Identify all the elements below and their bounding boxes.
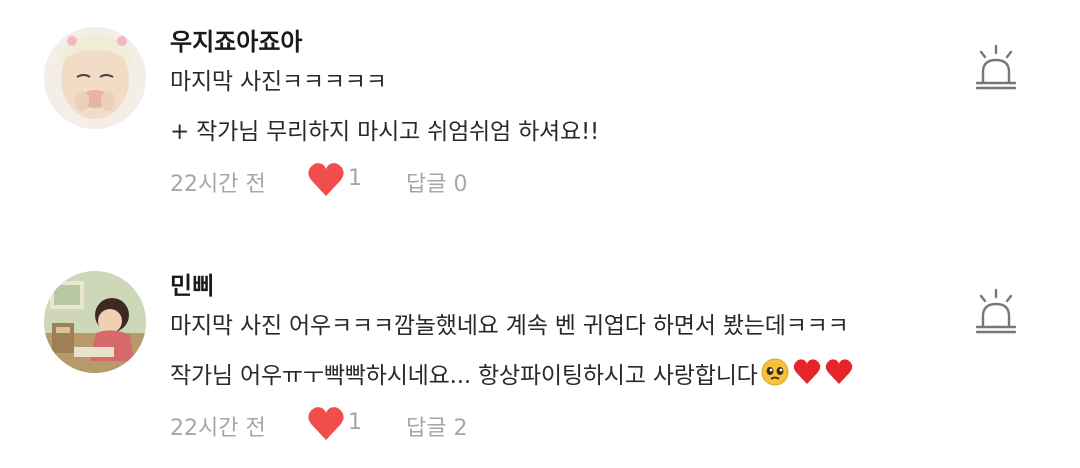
red-heart-icon: [825, 359, 852, 384]
comment-text-line: 마지막 사진ㅋㅋㅋㅋㅋ: [170, 69, 387, 95]
comment-item: 민삐 마지막 사진 어우ㅋㅋㅋ깜놀했네요 계속 벤 귀엽다 하면서 봤는데ㅋㅋㅋ…: [0, 244, 1080, 444]
comment-item: 우지죠아죠아 마지막 사진ㅋㅋㅋㅋㅋ + 작가님 무리하지 마시고 쉬엄쉬엄 하…: [0, 0, 1080, 200]
comment-text: 작가님 어우ㅠㅜ빡빡하시네요... 항상파이팅하시고 사랑합니다: [170, 363, 758, 389]
user-avatar[interactable]: [44, 27, 146, 129]
comment-meta: 22시간 전 1 답글 2: [170, 407, 570, 442]
red-heart-icon: [793, 359, 820, 384]
siren-icon[interactable]: [974, 44, 1018, 92]
comment-text-line: + 작가님 무리하지 마시고 쉬엄쉬엄 하셔요!!: [170, 119, 599, 145]
comment-time: 22시간 전: [170, 416, 266, 441]
user-avatar-photo: [44, 27, 146, 129]
comment-username[interactable]: 민삐: [170, 266, 214, 301]
comment-time: 22시간 전: [170, 172, 266, 197]
comment-text-line-with-emoji: 작가님 어우ㅠㅜ빡빡하시네요... 항상파이팅하시고 사랑합니다: [170, 356, 854, 390]
reply-button[interactable]: 답글 2: [406, 410, 467, 442]
heart-icon[interactable]: [306, 404, 346, 444]
pleading-face-icon: [761, 358, 789, 386]
comment-meta: 22시간 전 1 답글 0: [170, 163, 570, 198]
siren-icon[interactable]: [974, 288, 1018, 336]
comment-text-line: 마지막 사진 어우ㅋㅋㅋ깜놀했네요 계속 벤 귀엽다 하면서 봤는데ㅋㅋㅋ: [170, 313, 849, 339]
heart-icon[interactable]: [306, 160, 346, 200]
like-count: 1: [348, 410, 362, 435]
reply-button[interactable]: 답글 0: [406, 166, 467, 198]
like-count: 1: [348, 166, 362, 191]
user-avatar[interactable]: [44, 271, 146, 373]
comment-username[interactable]: 우지죠아죠아: [170, 22, 302, 57]
user-avatar-illustration: [44, 271, 146, 373]
